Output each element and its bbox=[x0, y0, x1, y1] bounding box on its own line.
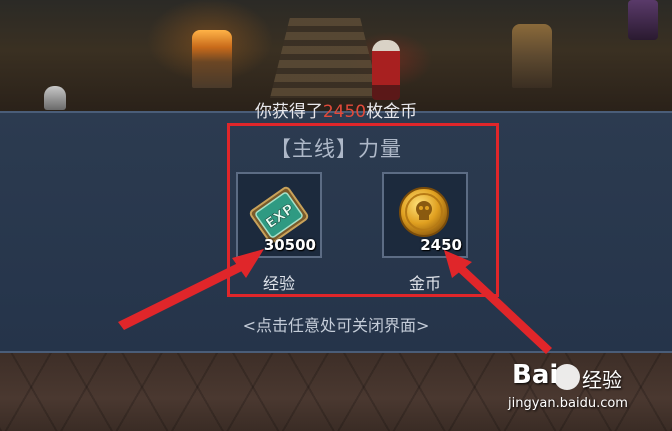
baidu-watermark: Bai 经验 jingyan.baidu.com bbox=[508, 356, 664, 420]
watermark-brand: Bai bbox=[512, 360, 559, 390]
watermark-suffix: 经验 bbox=[582, 368, 622, 392]
watermark-url: jingyan.baidu.com bbox=[508, 396, 628, 411]
paw-icon bbox=[554, 364, 580, 390]
arrow-left bbox=[118, 249, 264, 330]
arrow-right bbox=[444, 250, 552, 354]
